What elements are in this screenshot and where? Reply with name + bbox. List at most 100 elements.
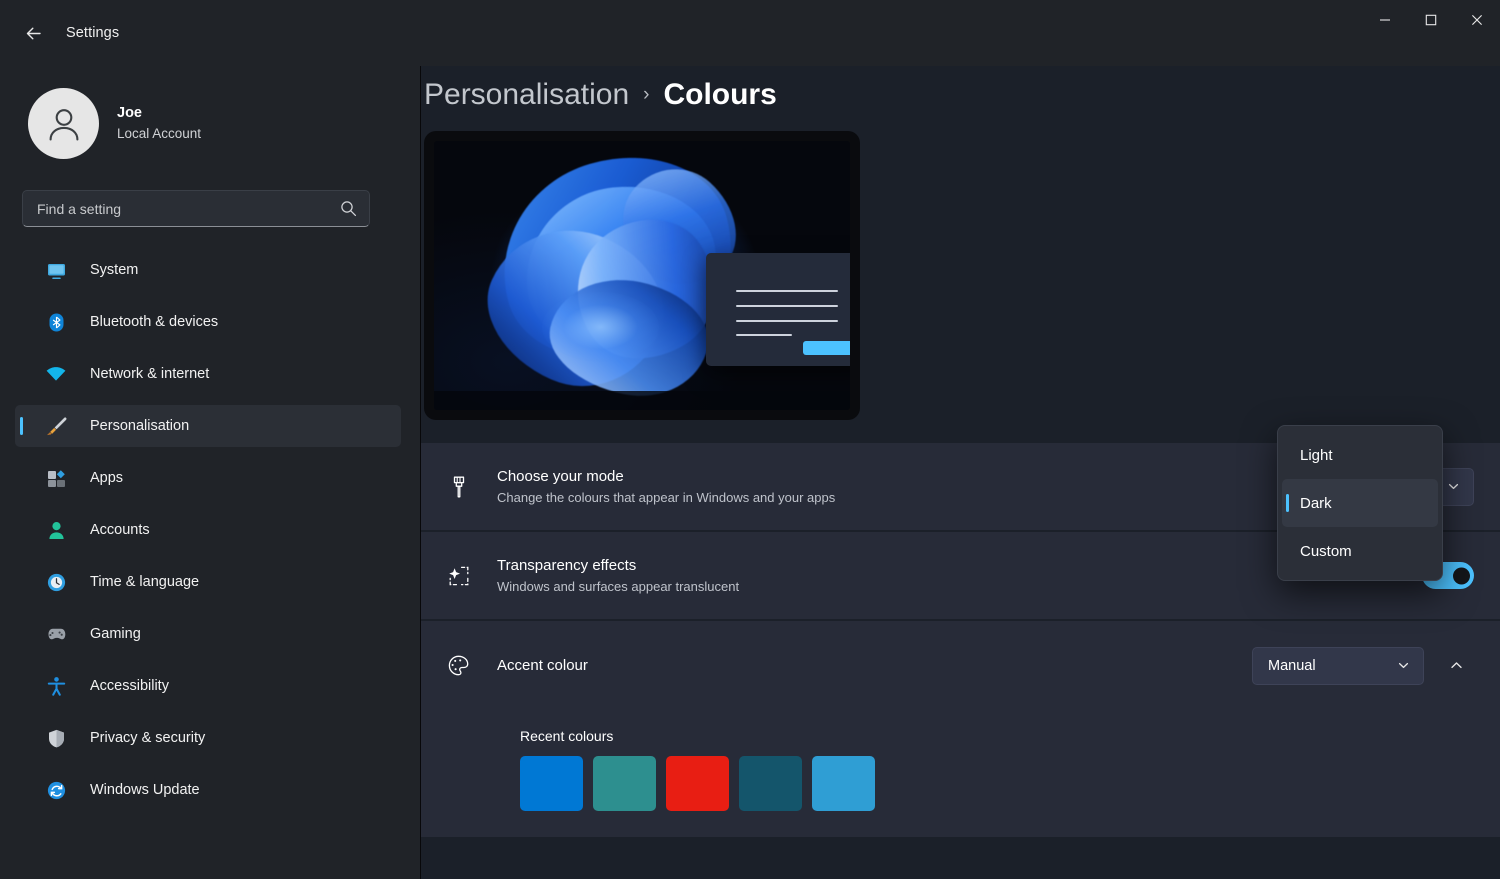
person-avatar-icon	[49, 108, 78, 141]
setting-row-text: Transparency effects Windows and surface…	[497, 555, 1389, 596]
setting-title: Accent colour	[497, 656, 588, 674]
swatch-dark-teal[interactable]	[739, 756, 802, 811]
accent-section-collapse-button[interactable]	[1438, 648, 1474, 684]
sidebar-item-bluetooth-devices[interactable]: Bluetooth & devices	[15, 301, 401, 343]
sidebar-item-apps[interactable]: Apps	[15, 457, 401, 499]
sidebar-item-label: Bluetooth & devices	[90, 314, 219, 330]
sidebar-item-personalisation[interactable]: Personalisation	[15, 405, 401, 447]
sidebar-item-label: Privacy & security	[90, 730, 206, 746]
avatar	[28, 88, 99, 159]
chevron-right-icon: ›	[643, 84, 650, 105]
swatch-teal[interactable]	[593, 756, 656, 811]
account-name: Joe	[117, 104, 142, 121]
sidebar-item-privacy-security[interactable]: Privacy & security	[15, 717, 401, 759]
bloom-glow	[542, 291, 659, 362]
account-card[interactable]: Joe Local Account	[22, 82, 322, 165]
setting-subtitle: Change the colours that appear in Window…	[497, 489, 836, 505]
transparency-sparkle-icon	[443, 560, 475, 592]
dropdown-option-custom[interactable]: Custom	[1282, 527, 1438, 575]
setting-title: Choose your mode	[497, 467, 624, 485]
setting-subtitle: Windows and surfaces appear translucent	[497, 578, 740, 594]
sidebar-item-windows-update[interactable]: Windows Update	[15, 769, 401, 811]
sidebar-item-network-internet[interactable]: Network & internet	[15, 353, 401, 395]
back-button[interactable]	[16, 16, 50, 50]
monitor-icon	[45, 259, 67, 281]
dropdown-option-light[interactable]: Light	[1282, 431, 1438, 479]
settings-window: Settings Joe Local Account Find a settin…	[0, 0, 1500, 879]
close-button[interactable]	[1454, 0, 1500, 40]
sidebar-item-system[interactable]: System	[15, 249, 401, 291]
chevron-up-icon	[1450, 662, 1462, 669]
mock-text-line	[735, 334, 792, 337]
preview-mock-window	[706, 252, 850, 366]
sidebar-item-label: Accounts	[90, 522, 150, 538]
accent-mode-combobox[interactable]: Manual	[1252, 646, 1424, 685]
mock-text-line	[735, 290, 838, 293]
monitor-preview	[424, 131, 860, 420]
account-icon	[45, 519, 67, 541]
toggle-knob	[1453, 567, 1470, 584]
setting-row-accent-colour[interactable]: Accent colour Manual	[421, 621, 1500, 710]
maximize-icon	[1425, 14, 1437, 26]
sidebar-nav: System Bluetooth & devices Network & int…	[0, 249, 421, 811]
swatch-blue[interactable]	[520, 756, 583, 811]
palette-icon	[443, 650, 475, 682]
choose-mode-dropdown-flyout: Light Dark Custom	[1277, 425, 1443, 581]
clock-icon	[45, 571, 67, 593]
close-icon	[1471, 14, 1483, 26]
dropdown-option-label: Light	[1300, 446, 1333, 464]
window-controls	[1362, 0, 1500, 66]
dropdown-option-label: Custom	[1300, 542, 1352, 560]
account-type: Local Account	[117, 126, 202, 142]
combobox-value: Manual	[1268, 657, 1316, 674]
swatch-red[interactable]	[666, 756, 729, 811]
selection-indicator	[1286, 494, 1289, 512]
sidebar-item-label: Time & language	[90, 574, 200, 590]
recent-colours-swatch-list	[520, 756, 1500, 811]
sidebar-item-label: Windows Update	[90, 782, 200, 798]
update-icon	[45, 779, 67, 801]
selection-indicator	[20, 417, 23, 435]
breadcrumb-parent[interactable]: Personalisation	[424, 78, 629, 112]
sidebar-item-accounts[interactable]: Accounts	[15, 509, 401, 551]
sidebar-item-accessibility[interactable]: Accessibility	[15, 665, 401, 707]
search-input[interactable]	[37, 200, 340, 217]
wallpaper-preview	[434, 141, 850, 410]
sidebar-item-time-language[interactable]: Time & language	[15, 561, 401, 603]
accessibility-icon	[45, 675, 67, 697]
apps-icon	[45, 467, 67, 489]
sidebar-divider	[420, 0, 421, 879]
breadcrumb: Personalisation › Colours	[424, 78, 1500, 112]
page-title: Colours	[663, 78, 777, 111]
title-bar: Settings	[0, 0, 1500, 66]
sidebar-item-label: System	[90, 262, 139, 278]
sidebar-item-label: Gaming	[90, 626, 141, 642]
paintbrush-mode-icon	[443, 471, 475, 503]
chevron-down-icon	[1398, 662, 1409, 669]
minimize-button[interactable]	[1362, 0, 1408, 40]
sidebar-item-label: Personalisation	[90, 418, 190, 434]
paintbrush-icon	[45, 415, 67, 437]
chevron-down-icon	[1448, 483, 1459, 490]
bluetooth-icon	[45, 311, 67, 333]
dropdown-option-dark[interactable]: Dark	[1282, 479, 1438, 527]
recent-colours-label: Recent colours	[520, 728, 614, 744]
dropdown-option-label: Dark	[1300, 494, 1332, 512]
sidebar-item-label: Accessibility	[90, 678, 169, 694]
sidebar-item-label: Network & internet	[90, 366, 210, 382]
shield-icon	[45, 727, 67, 749]
setting-title: Transparency effects	[497, 556, 637, 574]
app-title: Settings	[66, 25, 120, 41]
sidebar-item-gaming[interactable]: Gaming	[15, 613, 401, 655]
mock-text-line	[735, 319, 838, 322]
setting-row-text: Choose your mode Change the colours that…	[497, 466, 1302, 507]
accent-expanded-section: Recent colours	[421, 710, 1500, 837]
gamepad-icon	[45, 623, 67, 645]
swatch-light-blue[interactable]	[812, 756, 875, 811]
setting-row-text: Accent colour	[497, 655, 1252, 677]
search-box[interactable]	[22, 190, 370, 227]
preview-taskbar	[434, 391, 850, 410]
wifi-icon	[45, 363, 67, 385]
search-icon	[341, 201, 357, 217]
maximize-button[interactable]	[1408, 0, 1454, 40]
